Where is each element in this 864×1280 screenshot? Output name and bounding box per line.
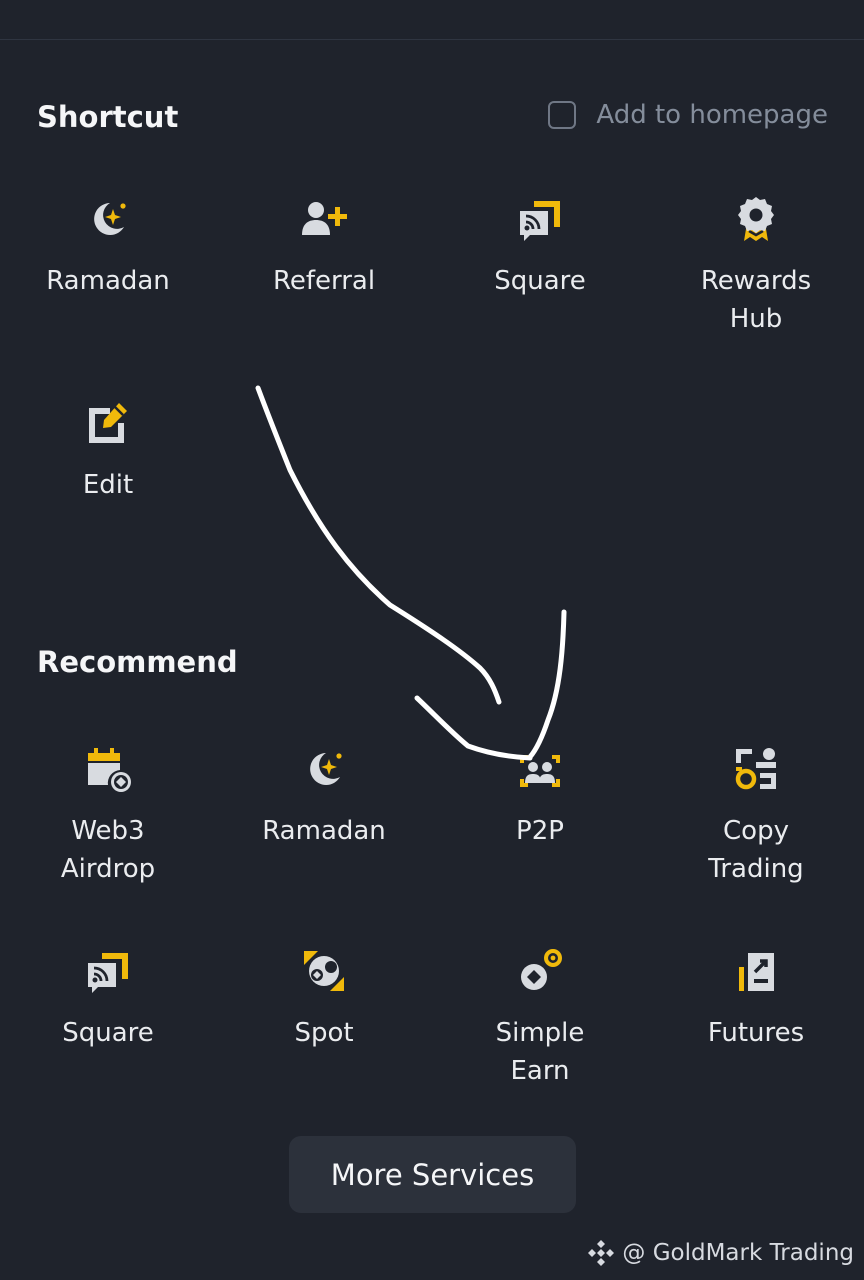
square-feed-icon bbox=[81, 944, 135, 998]
recommend-item-futures[interactable]: Futures bbox=[648, 944, 864, 1052]
add-to-homepage-toggle[interactable]: Add to homepage bbox=[548, 100, 828, 130]
shortcut-item-square[interactable]: Square bbox=[432, 192, 648, 300]
spot-icon bbox=[297, 944, 351, 998]
watermark: @ GoldMark Trading bbox=[586, 1238, 854, 1268]
shortcut-item-referral[interactable]: Referral bbox=[216, 192, 432, 300]
moon-star-icon bbox=[81, 192, 135, 246]
moon-star-icon bbox=[297, 742, 351, 796]
recommend-item-label: Web3 Airdrop bbox=[60, 816, 156, 884]
shortcut-item-edit[interactable]: Edit bbox=[0, 396, 216, 504]
shortcut-item-label: Rewards Hub bbox=[700, 266, 812, 334]
watermark-text: @ GoldMark Trading bbox=[622, 1240, 854, 1266]
recommend-item-label: Copy Trading bbox=[708, 816, 804, 884]
shortcut-item-label: Referral bbox=[272, 266, 376, 296]
recommend-item-label: P2P bbox=[516, 816, 564, 846]
recommend-item-ramadan[interactable]: Ramadan bbox=[216, 742, 432, 850]
more-services-button[interactable]: More Services bbox=[289, 1136, 576, 1213]
recommend-item-label: Simple Earn bbox=[495, 1018, 585, 1086]
shortcut-item-label: Square bbox=[494, 266, 586, 296]
recommend-item-label: Futures bbox=[707, 1018, 805, 1048]
square-feed-icon bbox=[513, 192, 567, 246]
add-to-homepage-checkbox[interactable] bbox=[548, 101, 577, 129]
recommend-item-copy-trading[interactable]: Copy Trading bbox=[648, 742, 864, 888]
shortcut-title: Shortcut bbox=[37, 100, 179, 134]
rewards-medal-icon bbox=[729, 192, 783, 246]
shortcut-item-ramadan[interactable]: Ramadan bbox=[0, 192, 216, 300]
edit-icon bbox=[81, 396, 135, 450]
recommend-item-p2p[interactable]: P2P bbox=[432, 742, 648, 850]
copy-trading-icon bbox=[729, 742, 783, 796]
recommend-item-label: Ramadan bbox=[262, 816, 386, 846]
recommend-item-web3-airdrop[interactable]: Web3 Airdrop bbox=[0, 742, 216, 888]
top-divider bbox=[0, 39, 864, 40]
recommend-item-label: Square bbox=[62, 1018, 154, 1048]
p2p-people-icon bbox=[513, 742, 567, 796]
shortcut-item-rewards-hub[interactable]: Rewards Hub bbox=[648, 192, 864, 338]
recommend-title: Recommend bbox=[37, 645, 238, 679]
recommend-item-spot[interactable]: Spot bbox=[216, 944, 432, 1052]
shortcut-item-label: Ramadan bbox=[46, 266, 170, 296]
shortcut-item-label: Edit bbox=[82, 470, 134, 500]
add-person-icon bbox=[297, 192, 351, 246]
futures-icon bbox=[729, 944, 783, 998]
calendar-airdrop-icon bbox=[81, 742, 135, 796]
add-to-homepage-label: Add to homepage bbox=[596, 100, 828, 130]
recommend-item-simple-earn[interactable]: Simple Earn bbox=[432, 944, 648, 1090]
recommend-item-square[interactable]: Square bbox=[0, 944, 216, 1052]
binance-logo-icon bbox=[588, 1240, 615, 1266]
simple-earn-icon bbox=[513, 944, 567, 998]
recommend-item-label: Spot bbox=[294, 1018, 354, 1048]
